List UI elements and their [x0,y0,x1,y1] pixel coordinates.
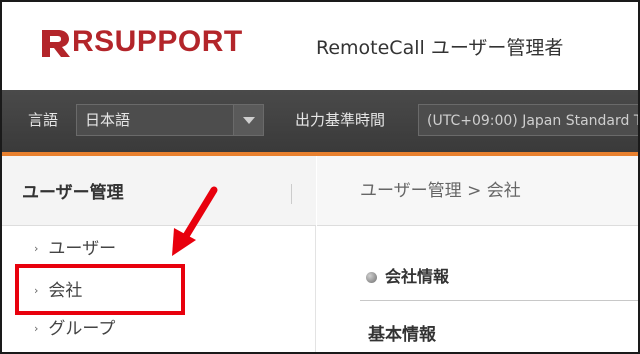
chevron-right-icon: › [34,242,39,255]
sidebar-item-groups[interactable]: › グループ [34,318,115,340]
section-title-text: 会社情報 [385,267,450,286]
sidebar-item-label: ユーザー [48,239,117,259]
chevron-down-icon [243,117,255,124]
annotation-arrow-icon [172,186,218,256]
dropdown-arrow-button[interactable] [233,105,263,135]
language-label: 言語 [28,111,59,129]
language-select[interactable]: 日本語 [76,104,264,136]
sidebar-collapse-handle[interactable] [291,184,292,204]
breadcrumb: ユーザー管理 > 会社 [360,181,521,201]
app-title: RemoteCall ユーザー管理者 [316,37,564,59]
timezone-label: 出力基準時間 [295,111,386,129]
annotation-highlight-box [15,264,185,315]
sidebar-item-label: グループ [48,319,116,339]
language-select-value: 日本語 [85,111,131,129]
timezone-select-value: (UTC+09:00) Japan Standard Time [427,113,638,129]
section-title: 会社情報 [366,266,449,288]
rsupport-logo-mark-icon [42,30,70,57]
chevron-right-icon: › [34,322,39,335]
bullet-icon [366,271,377,283]
brand-name: RSUPPORT [72,25,243,58]
sidebar-title: ユーザー管理 [22,183,124,203]
sidebar-item-users[interactable]: › ユーザー [34,238,116,260]
timezone-select[interactable]: (UTC+09:00) Japan Standard Time [418,104,638,136]
rsupport-logo[interactable]: RSUPPORT [38,24,243,60]
app-window: RSUPPORT RemoteCall ユーザー管理者 言語 日本語 出力基準時… [0,0,640,354]
section-divider [360,300,638,301]
subsection-title: 基本情報 [368,325,436,345]
